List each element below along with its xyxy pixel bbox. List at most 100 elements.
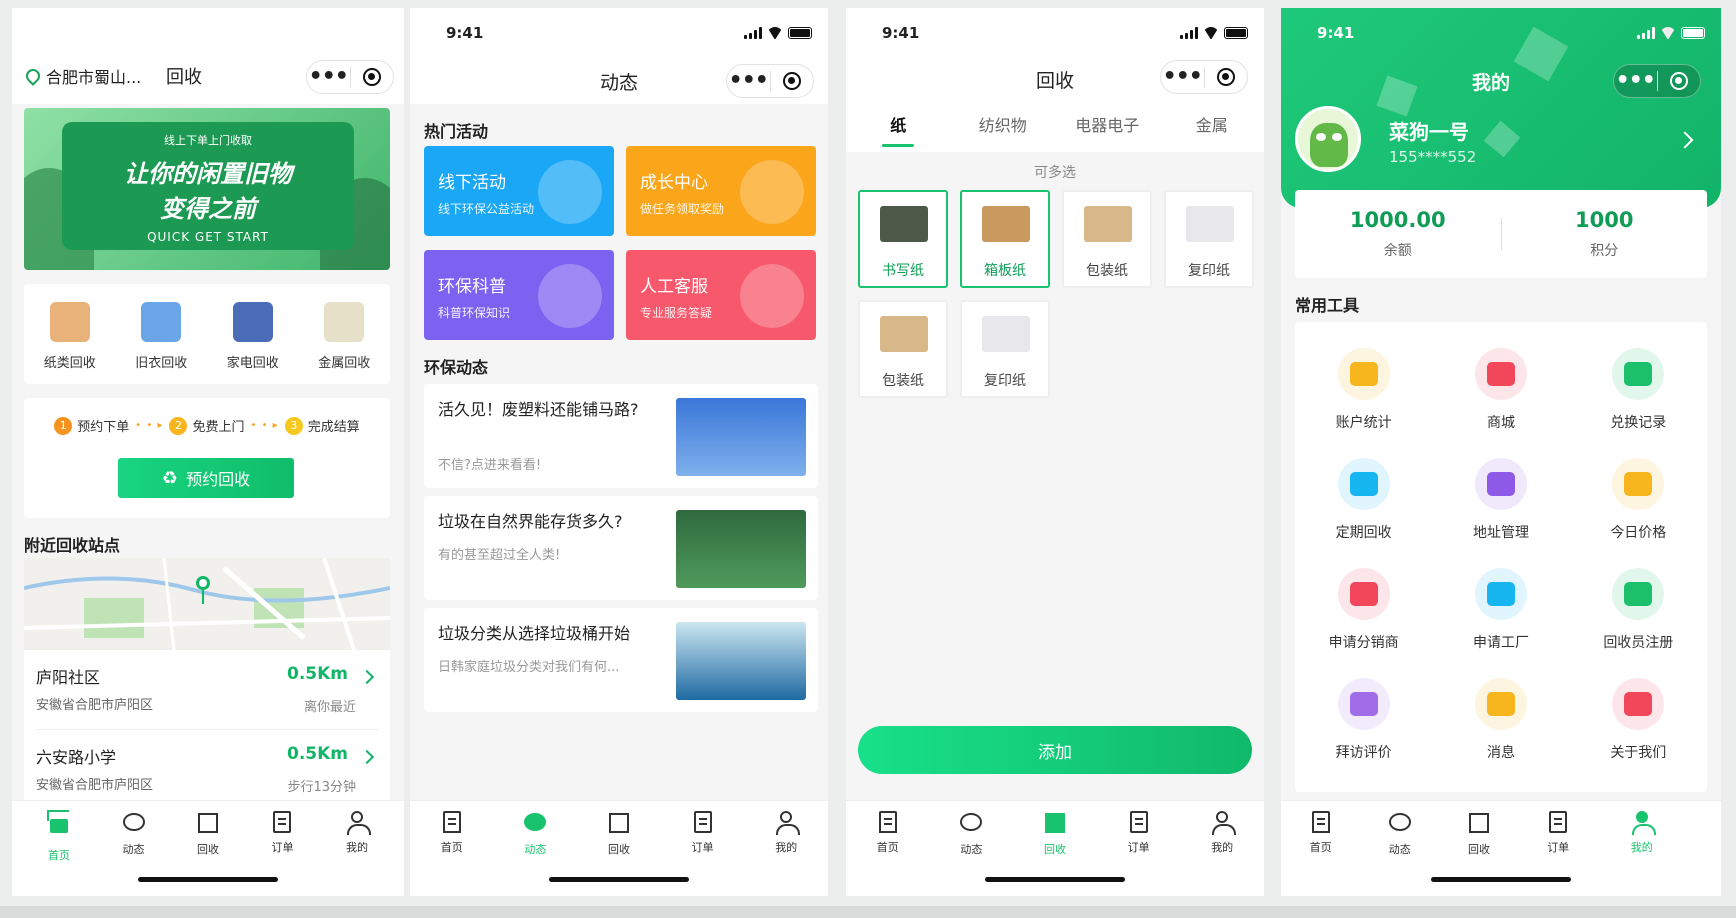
clothes-basket-icon bbox=[141, 302, 182, 342]
battery-icon bbox=[788, 27, 812, 39]
tool-icon-glyph bbox=[1486, 362, 1515, 386]
tab-home[interactable]: 首页 bbox=[29, 811, 89, 863]
activity-card[interactable]: 成长中心 做任务领取奖励 bbox=[626, 146, 816, 236]
close-target-icon[interactable] bbox=[1204, 68, 1247, 86]
home-banner[interactable]: 线上下单上门收取 让你的闲置旧物 变得之前 QUICK GET START bbox=[24, 108, 390, 270]
tab-orders[interactable]: 订单 bbox=[673, 811, 733, 855]
paper-item[interactable]: 复印纸 bbox=[1164, 190, 1254, 288]
category-label: 旧衣回收 bbox=[135, 356, 188, 371]
points-item[interactable]: 1000 积分 bbox=[1502, 208, 1708, 260]
close-target-icon[interactable] bbox=[770, 72, 813, 90]
station-row[interactable]: 庐阳社区 安徽省合肥市庐阳区 0.5Km 离你最近 bbox=[36, 650, 378, 730]
category-item[interactable]: 纸类回收 bbox=[30, 296, 110, 371]
tab-news[interactable]: 动态 bbox=[104, 811, 164, 857]
paper-item[interactable]: 包装纸 bbox=[1062, 190, 1152, 288]
category-tab[interactable]: 纸 bbox=[846, 112, 951, 152]
tab-bar: 首页 动态 回收 订单 我的 bbox=[846, 800, 1264, 896]
tab-recycle[interactable]: 回收 bbox=[589, 811, 649, 857]
nearby-map[interactable] bbox=[24, 558, 390, 650]
tab-orders[interactable]: 订单 bbox=[1109, 811, 1169, 855]
tab-news[interactable]: 动态 bbox=[941, 811, 1001, 857]
paper-item[interactable]: 复印纸 bbox=[960, 300, 1050, 398]
sea-image bbox=[676, 622, 806, 700]
tab-recycle[interactable]: 回收 bbox=[1025, 811, 1085, 857]
article-card[interactable]: 活久见！废塑料还能铺马路? 不信?点进来看看! bbox=[424, 384, 818, 488]
tab-recycle[interactable]: 回收 bbox=[1449, 811, 1509, 857]
tool-item[interactable]: 商城 bbox=[1432, 348, 1569, 440]
category-tab[interactable]: 电器电子 bbox=[1055, 112, 1160, 152]
more-icon[interactable]: ••• bbox=[1161, 66, 1204, 88]
wifi-icon bbox=[767, 27, 783, 39]
tab-home[interactable]: 首页 bbox=[422, 811, 482, 855]
add-button[interactable]: 添加 bbox=[858, 726, 1252, 774]
tool-item[interactable]: 申请工厂 bbox=[1432, 568, 1569, 660]
home-indicator bbox=[1431, 877, 1571, 882]
chevron-right-icon[interactable] bbox=[359, 669, 375, 685]
battery-icon bbox=[1224, 27, 1248, 39]
metal-tube-icon bbox=[324, 302, 365, 342]
tool-item[interactable]: 今日价格 bbox=[1570, 458, 1707, 550]
activity-title: 成长中心 bbox=[640, 173, 708, 193]
tab-mine[interactable]: 我的 bbox=[756, 811, 816, 855]
tool-item[interactable]: 消息 bbox=[1432, 678, 1569, 770]
tab-news[interactable]: 动态 bbox=[1370, 811, 1430, 857]
station-distance: 0.5Km bbox=[286, 664, 348, 684]
chevron-right-icon[interactable] bbox=[359, 749, 375, 765]
signal-icon bbox=[1637, 27, 1655, 39]
tab-mine[interactable]: 我的 bbox=[1192, 811, 1252, 855]
tool-item[interactable]: 回收员注册 bbox=[1570, 568, 1707, 660]
category-item[interactable]: 旧衣回收 bbox=[121, 296, 201, 371]
paper-item[interactable]: 书写纸 bbox=[858, 190, 948, 288]
coins-stack-icon bbox=[1612, 458, 1665, 510]
miniapp-capsule[interactable]: ••• bbox=[306, 60, 394, 94]
balance-value: 1000.00 bbox=[1349, 208, 1446, 232]
tool-item[interactable]: 地址管理 bbox=[1432, 458, 1569, 550]
more-icon[interactable]: ••• bbox=[307, 66, 350, 88]
tool-item[interactable]: 关于我们 bbox=[1570, 678, 1707, 770]
tab-news[interactable]: 动态 bbox=[505, 811, 565, 857]
tool-item[interactable]: 申请分销商 bbox=[1295, 568, 1432, 660]
article-card[interactable]: 垃圾在自然界能存货多久? 有的甚至超过全人类! bbox=[424, 496, 818, 600]
activity-card[interactable]: 线下活动 线下环保公益活动 bbox=[424, 146, 614, 236]
station-address: 安徽省合肥市庐阳区 bbox=[36, 698, 154, 713]
category-item[interactable]: 家电回收 bbox=[213, 296, 293, 371]
avatar[interactable] bbox=[1295, 106, 1361, 172]
close-target-icon[interactable] bbox=[350, 68, 393, 86]
tab-orders[interactable]: 订单 bbox=[252, 811, 312, 855]
book-recycle-button[interactable]: ♻ 预约回收 bbox=[118, 458, 294, 498]
tool-item[interactable]: 定期回收 bbox=[1295, 458, 1432, 550]
tool-item[interactable]: 拜访评价 bbox=[1295, 678, 1432, 770]
tab-orders[interactable]: 订单 bbox=[1528, 811, 1588, 855]
tab-home[interactable]: 首页 bbox=[858, 811, 918, 855]
category-item[interactable]: 金属回收 bbox=[304, 296, 384, 371]
category-tab[interactable]: 金属 bbox=[1160, 112, 1265, 152]
tool-label: 商城 bbox=[1486, 415, 1515, 431]
home-icon bbox=[1309, 811, 1333, 835]
miniapp-capsule[interactable]: ••• bbox=[726, 64, 814, 98]
miniapp-capsule[interactable]: ••• bbox=[1160, 60, 1248, 94]
station-row[interactable]: 六安路小学 安徽省合肥市庐阳区 0.5Km 步行13分钟 bbox=[36, 730, 378, 810]
activity-card[interactable]: 环保科普 科普环保知识 bbox=[424, 250, 614, 340]
tab-home[interactable]: 首页 bbox=[1291, 811, 1351, 855]
close-target-icon[interactable] bbox=[1657, 72, 1700, 90]
status-time: 9:41 bbox=[882, 24, 920, 42]
balance-item[interactable]: 1000.00 余额 bbox=[1295, 208, 1501, 260]
more-icon[interactable]: ••• bbox=[1614, 70, 1657, 92]
activity-card[interactable]: 人工客服 专业服务答疑 bbox=[626, 250, 816, 340]
tab-mine[interactable]: 我的 bbox=[1612, 811, 1672, 855]
user-icon bbox=[774, 811, 801, 835]
article-card[interactable]: 垃圾分类从选择垃圾桶开始 日韩家庭垃圾分类对我们有何... bbox=[424, 608, 818, 712]
more-icon[interactable]: ••• bbox=[727, 70, 770, 92]
tool-item[interactable]: 账户统计 bbox=[1295, 348, 1432, 440]
paper-label: 包装纸 bbox=[882, 373, 924, 389]
category-tab[interactable]: 纺织物 bbox=[951, 112, 1056, 152]
hot-title: 热门活动 bbox=[424, 122, 489, 141]
paper-item[interactable]: 包装纸 bbox=[858, 300, 948, 398]
station-address: 安徽省合肥市庐阳区 bbox=[36, 778, 154, 793]
miniapp-capsule[interactable]: ••• bbox=[1613, 64, 1701, 98]
tool-item[interactable]: 兑换记录 bbox=[1570, 348, 1707, 440]
paper-item[interactable]: 箱板纸 bbox=[960, 190, 1050, 288]
tab-recycle[interactable]: 回收 bbox=[178, 811, 238, 857]
tab-mine[interactable]: 我的 bbox=[327, 811, 387, 855]
tool-icon-glyph bbox=[1486, 582, 1515, 606]
